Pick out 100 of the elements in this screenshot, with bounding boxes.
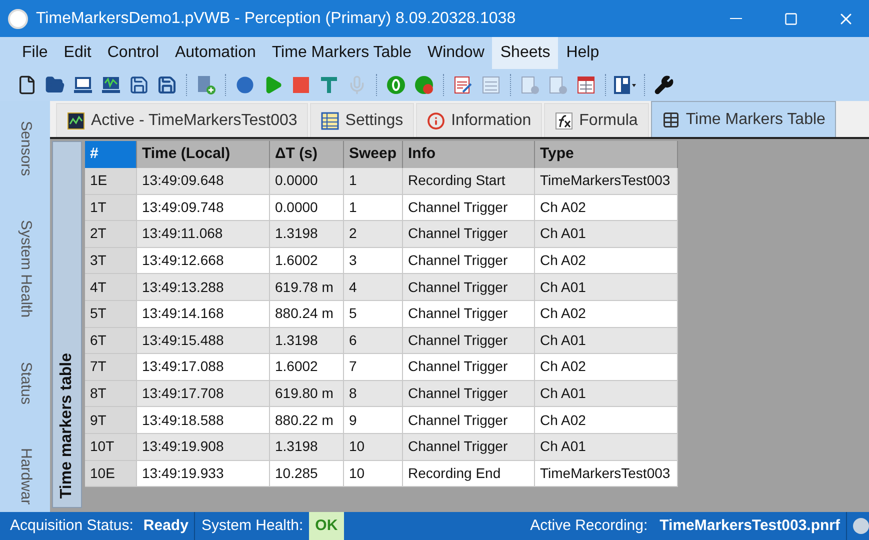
table-cell: 8T — [85, 380, 137, 408]
table-cell: 13:49:13.288 — [137, 274, 270, 301]
table-cell: 2 — [344, 221, 403, 248]
menu-item[interactable]: Edit — [56, 37, 100, 69]
table-cell: 13:49:17.088 — [137, 354, 270, 381]
table-cell: Ch A01 — [535, 274, 678, 301]
table-cell: 4T — [85, 274, 137, 301]
side-tab[interactable]: Hardwar — [14, 448, 36, 505]
table-cell: 1.6002 — [270, 248, 344, 274]
sheet-tab[interactable]: Settings — [310, 103, 414, 137]
table-cell: Ch A01 — [535, 328, 678, 354]
table-cell: 13:49:09.748 — [137, 194, 270, 222]
window-title: TimeMarkersDemo1.pVWB - Perception (Primary) 8.09.20328.1038 — [36, 8, 516, 28]
table-cell: 10 — [344, 434, 403, 461]
table-cell: 13:49:11.068 — [137, 221, 270, 248]
grid-chart-icon — [67, 112, 85, 130]
health-status: OK — [309, 512, 344, 540]
table-cell: 6 — [344, 328, 403, 354]
table-cell: 6T — [85, 328, 137, 354]
table-cell: 5 — [344, 300, 403, 328]
column-header[interactable]: Sweep — [344, 141, 403, 168]
table-cell: Channel Trigger — [403, 274, 535, 301]
info-icon — [427, 112, 446, 130]
menu-item[interactable]: Control — [99, 37, 167, 69]
table-cell: 13:49:19.908 — [137, 434, 270, 461]
table-icon — [662, 110, 680, 128]
table-cell: 7T — [85, 354, 137, 381]
table-cell: Ch A01 — [535, 380, 678, 408]
table-cell: 9 — [344, 407, 403, 434]
table-cell: TimeMarkersTest003 — [535, 460, 678, 488]
column-header[interactable]: Info — [403, 141, 535, 168]
table-cell: 1 — [344, 194, 403, 222]
table-cell: Recording Start — [403, 168, 535, 195]
sheet-tab[interactable]: Time Markers Table — [650, 101, 836, 137]
table-cell: 13:49:17.708 — [137, 380, 270, 408]
menu-item[interactable]: Help — [558, 37, 608, 69]
side-tab[interactable]: System Health — [14, 220, 36, 318]
column-header[interactable]: Time (Local) — [137, 141, 270, 168]
table-cell: 10 — [344, 460, 403, 488]
table-cell: Channel Trigger — [403, 434, 535, 461]
table-cell: Channel Trigger — [403, 248, 535, 274]
table-cell: Ch A02 — [535, 354, 678, 381]
table-cell: Ch A01 — [535, 434, 678, 461]
table-cell: 13:49:19.933 — [137, 460, 270, 488]
status-label: Active Recording: — [530, 516, 648, 536]
status-label: System Health: — [201, 516, 304, 536]
table-cell: Channel Trigger — [403, 328, 535, 354]
spreadsheet-icon — [321, 112, 340, 130]
app-icon — [8, 8, 28, 28]
table-cell: 9T — [85, 407, 137, 434]
table-cell: 8 — [344, 380, 403, 408]
table-cell: 0.0000 — [270, 194, 344, 222]
side-tab[interactable]: Sensors — [14, 121, 36, 176]
status-value: TimeMarkersTest003.pnrf — [660, 516, 840, 536]
table-cell: 13:49:18.588 — [137, 407, 270, 434]
table-cell: 3T — [85, 248, 137, 274]
table-cell: TimeMarkersTest003 — [535, 168, 678, 195]
table-cell: 1 — [344, 168, 403, 195]
table-cell: Channel Trigger — [403, 194, 535, 222]
fx-icon — [555, 112, 574, 130]
column-header[interactable]: ΔT (s) — [270, 141, 344, 168]
table-cell: 619.80 m — [270, 380, 344, 408]
menu-item[interactable]: Time Markers Table — [264, 37, 420, 69]
panel-title: Time markers table — [57, 353, 76, 499]
sheet-tab[interactable]: Active - TimeMarkersTest003 — [56, 103, 308, 137]
menu-item[interactable]: Sheets — [492, 37, 558, 69]
menu-item[interactable]: Automation — [166, 37, 264, 69]
table-cell: 13:49:09.648 — [137, 168, 270, 195]
table-cell: 1E — [85, 168, 137, 195]
table-cell: 4 — [344, 274, 403, 301]
table-cell: 5T — [85, 300, 137, 328]
menu-item[interactable]: Window — [419, 37, 492, 69]
table-cell: 13:49:15.488 — [137, 328, 270, 354]
table-cell: 3 — [344, 248, 403, 274]
table-cell: 880.24 m — [270, 300, 344, 328]
table-cell: 1T — [85, 194, 137, 222]
table-cell: 880.22 m — [270, 407, 344, 434]
table-cell: Channel Trigger — [403, 300, 535, 328]
table-cell: Channel Trigger — [403, 380, 535, 408]
column-header[interactable]: Type — [535, 141, 678, 168]
table-cell: Ch A02 — [535, 407, 678, 434]
table-cell: 13:49:14.168 — [137, 300, 270, 328]
table-cell: 0.0000 — [270, 168, 344, 195]
table-cell: Channel Trigger — [403, 221, 535, 248]
table-cell: 10T — [85, 434, 137, 461]
table-cell: Ch A02 — [535, 248, 678, 274]
table-cell: 2T — [85, 221, 137, 248]
table-cell: Channel Trigger — [403, 354, 535, 381]
status-label: Acquisition Status: — [10, 516, 134, 536]
table-cell: 1.3198 — [270, 221, 344, 248]
sheet-tab[interactable]: Information — [416, 103, 542, 137]
table-cell: 1.3198 — [270, 328, 344, 354]
sheet-tab[interactable]: Formula — [544, 103, 649, 137]
column-header[interactable]: # — [85, 141, 137, 168]
table-cell: 10.285 — [270, 460, 344, 488]
side-tab[interactable]: Status — [14, 362, 36, 404]
menu-item[interactable]: File — [14, 37, 56, 69]
maximize-icon — [784, 12, 798, 26]
minimize-icon — [730, 18, 742, 20]
table-cell: 13:49:12.668 — [137, 248, 270, 274]
